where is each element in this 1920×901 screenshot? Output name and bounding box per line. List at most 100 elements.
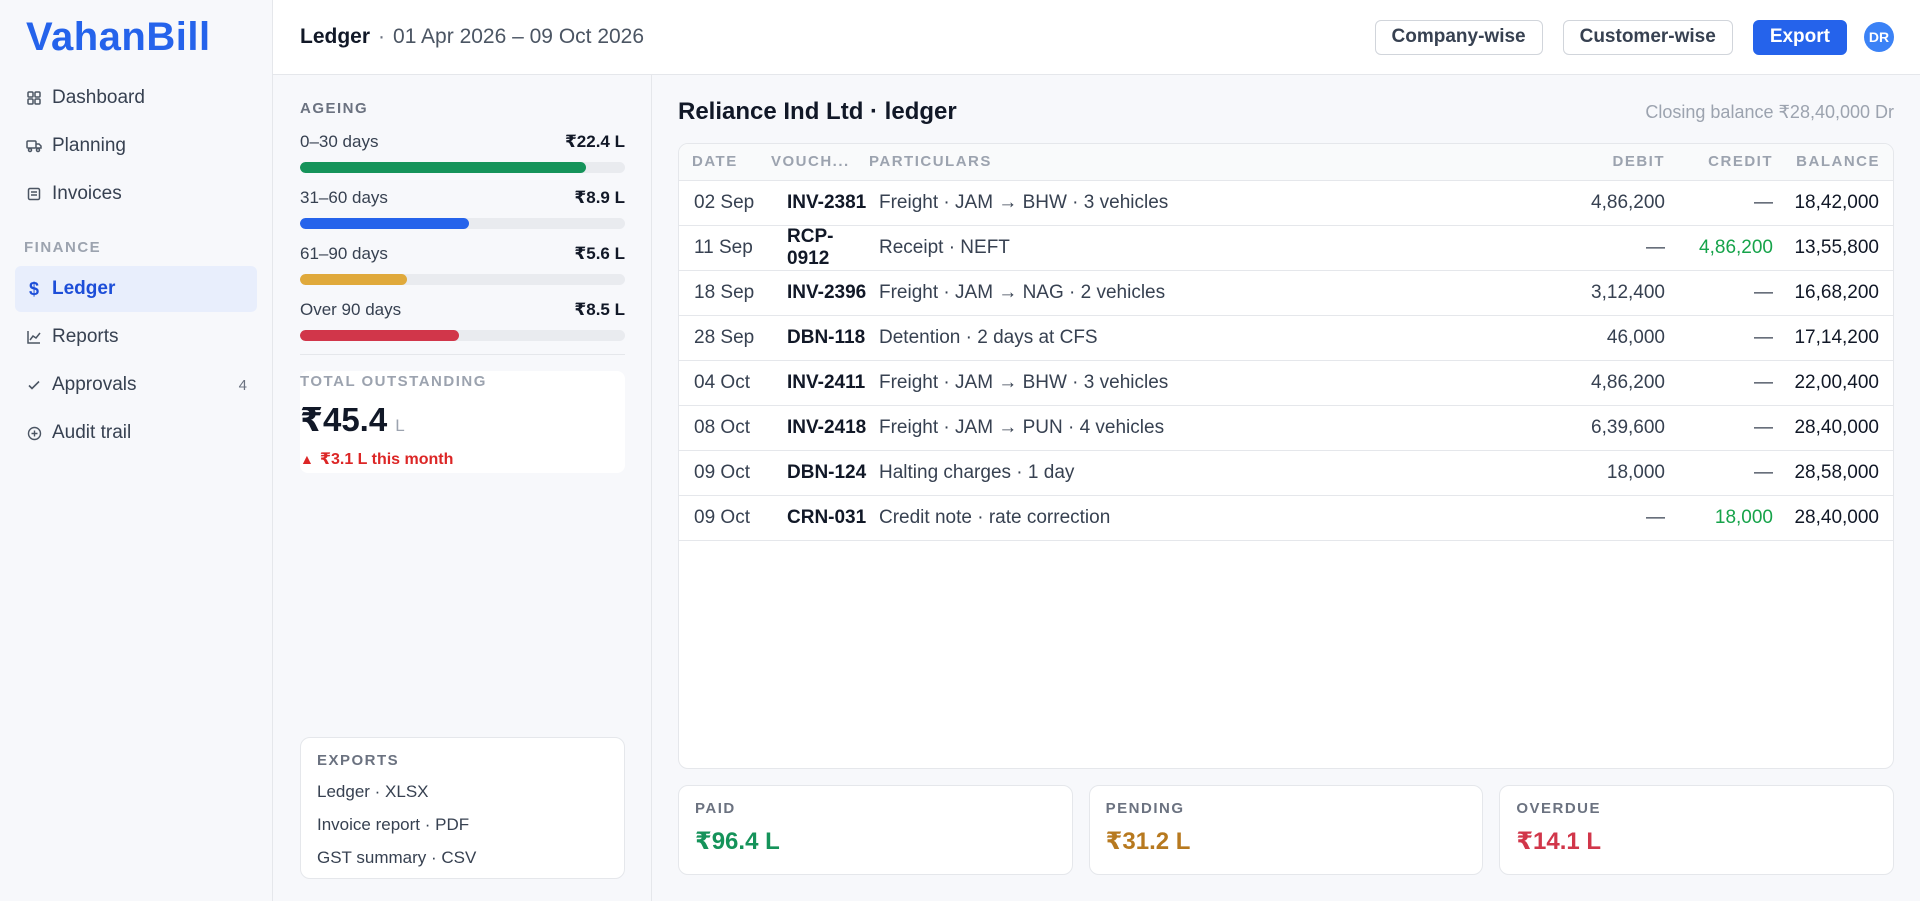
cell-debit: — bbox=[1585, 225, 1665, 271]
col-balance[interactable]: BALANCE bbox=[1773, 144, 1893, 181]
table-row[interactable]: 04 Oct INV-2411 Freight · JAM → BHW · 3 ve… bbox=[679, 360, 1893, 406]
cell-particulars: Halting charges · 1 day bbox=[869, 450, 1585, 496]
ageing-label: 61–90 days bbox=[300, 244, 388, 263]
cell-credit: 4,86,200 bbox=[1665, 225, 1773, 271]
total-outstanding-unit: L bbox=[395, 416, 405, 435]
title-separator: · bbox=[378, 25, 386, 48]
sidebar-item-approvals[interactable]: Approvals 4 bbox=[15, 362, 257, 408]
ageing-row: Over 90 days ₹8.5 L bbox=[300, 300, 625, 341]
table-row[interactable]: 02 Sep INV-2381 Freight · JAM → BHW · 3 ve… bbox=[679, 180, 1893, 226]
ageing-value: ₹8.5 L bbox=[574, 300, 625, 319]
brand-logo[interactable]: VahanBill bbox=[0, 0, 272, 75]
dollar-icon: $ bbox=[28, 278, 39, 299]
stat-card-overdue[interactable]: OVERDUE ₹14.1 L bbox=[1499, 785, 1895, 875]
ageing-bar-track bbox=[300, 218, 625, 229]
table-row[interactable]: 09 Oct CRN-031 Credit note · rate correcti… bbox=[679, 495, 1893, 541]
ledger-table: DATE VOUCH... PARTICULARS DEBIT CREDIT B… bbox=[679, 144, 1893, 541]
ageing-bar-fill bbox=[300, 274, 408, 285]
sidebar-item-label: Invoices bbox=[52, 183, 122, 204]
table-row[interactable]: 18 Sep INV-2396 Freight · JAM → NAG · 2 ve… bbox=[679, 270, 1893, 316]
outstanding-delta: ▲ ₹3.1 L this month bbox=[300, 449, 625, 469]
cell-date: 09 Oct bbox=[679, 495, 771, 541]
cell-balance: 28,40,000 bbox=[1773, 495, 1893, 541]
cell-voucher[interactable]: DBN-124 bbox=[771, 450, 869, 496]
total-outstanding-caption: TOTAL OUTSTANDING bbox=[300, 373, 487, 390]
export-button[interactable]: Export bbox=[1752, 19, 1847, 55]
cell-particulars: Freight · JAM → BHW · 3 vehicles bbox=[869, 360, 1585, 406]
table-row[interactable]: 11 Sep RCP-0912 Receipt · NEFT —4,86,200 13,… bbox=[679, 225, 1893, 271]
ageing-label: 31–60 days bbox=[300, 188, 388, 207]
truck-icon bbox=[25, 137, 43, 155]
main-area: Ledger · 01 Apr 2026 – 09 Oct 2026 Compa… bbox=[273, 0, 1920, 901]
cell-balance: 22,00,400 bbox=[1773, 360, 1893, 406]
sidebar: VahanBill Dashboard Planning Invoices FI… bbox=[0, 0, 273, 901]
ageing-bar-track bbox=[300, 274, 625, 285]
cell-voucher[interactable]: DBN-118 bbox=[771, 315, 869, 361]
up-triangle-icon: ▲ bbox=[300, 451, 314, 467]
company-wise-button[interactable]: Company-wise bbox=[1374, 19, 1543, 55]
table-row[interactable]: 09 Oct DBN-124 Halting charges · 1 day 18,0… bbox=[679, 450, 1893, 496]
sidebar-item-label: Dashboard bbox=[52, 87, 145, 108]
cell-voucher[interactable]: INV-2381 bbox=[771, 180, 869, 226]
sidebar-nav: Dashboard Planning Invoices FINANCE $ Le… bbox=[0, 75, 272, 456]
ageing-row-head: 31–60 days ₹8.9 L bbox=[300, 188, 625, 208]
cell-voucher[interactable]: INV-2411 bbox=[771, 360, 869, 406]
sidebar-item-reports[interactable]: Reports bbox=[15, 314, 257, 360]
cell-date: 08 Oct bbox=[679, 405, 771, 451]
sidebar-item-planning[interactable]: Planning bbox=[15, 123, 257, 169]
col-particulars[interactable]: PARTICULARS bbox=[869, 144, 1585, 181]
export-invoice-pdf-link[interactable]: Invoice report · PDF bbox=[317, 815, 608, 835]
cell-particulars: Freight · JAM → BHW · 3 vehicles bbox=[869, 180, 1585, 226]
cell-voucher[interactable]: INV-2396 bbox=[771, 270, 869, 316]
avatar[interactable]: DR bbox=[1864, 22, 1894, 52]
ledger-header: Reliance Ind Ltd · ledger Closing balanc… bbox=[678, 97, 1894, 127]
cell-debit: 6,39,600 bbox=[1585, 405, 1665, 451]
table-row[interactable]: 28 Sep DBN-118 Detention · 2 days at CFS 46… bbox=[679, 315, 1893, 361]
total-outstanding-card: TOTAL OUTSTANDING ₹45.4 L ▲ ₹3.1 L this … bbox=[300, 371, 625, 473]
topbar: Ledger · 01 Apr 2026 – 09 Oct 2026 Compa… bbox=[273, 0, 1920, 75]
cell-voucher[interactable]: INV-2418 bbox=[771, 405, 869, 451]
total-outstanding-amount: ₹45.4 L bbox=[300, 400, 625, 439]
cell-balance: 17,14,200 bbox=[1773, 315, 1893, 361]
customer-wise-button[interactable]: Customer-wise bbox=[1562, 19, 1733, 55]
col-credit[interactable]: CREDIT bbox=[1665, 144, 1773, 181]
sidebar-item-label: Reports bbox=[52, 326, 119, 347]
content: AGEING 0–30 days ₹22.4 L 31–60 days ₹8.9 L 6… bbox=[273, 75, 1920, 901]
date-range[interactable]: 01 Apr 2026 – 09 Oct 2026 bbox=[393, 25, 644, 49]
cell-voucher[interactable]: CRN-031 bbox=[771, 495, 869, 541]
ageing-bar-track bbox=[300, 330, 625, 341]
brand-name: VahanBill bbox=[26, 15, 211, 59]
ageing-row-head: 0–30 days ₹22.4 L bbox=[300, 132, 625, 152]
cell-debit: 4,86,200 bbox=[1585, 360, 1665, 406]
col-debit[interactable]: DEBIT bbox=[1585, 144, 1665, 181]
total-outstanding-value: ₹45.4 bbox=[300, 401, 388, 438]
cell-particulars: Credit note · rate correction bbox=[869, 495, 1585, 541]
cell-voucher[interactable]: RCP-0912 bbox=[771, 225, 869, 271]
table-row[interactable]: 08 Oct INV-2418 Freight · JAM → PUN · 4 ve… bbox=[679, 405, 1893, 451]
stat-card-paid[interactable]: PAID ₹96.4 L bbox=[678, 785, 1073, 875]
ledger-table-card: DATE VOUCH... PARTICULARS DEBIT CREDIT B… bbox=[678, 143, 1894, 769]
app-root: VahanBill Dashboard Planning Invoices FI… bbox=[0, 0, 1920, 901]
sidebar-item-dashboard[interactable]: Dashboard bbox=[15, 75, 257, 121]
cell-date: 02 Sep bbox=[679, 180, 771, 226]
col-date[interactable]: DATE bbox=[679, 144, 771, 181]
sidebar-item-ledger[interactable]: $ Ledger bbox=[15, 266, 257, 312]
cell-credit: — bbox=[1665, 270, 1773, 316]
ageing-label: Over 90 days bbox=[300, 300, 402, 319]
ageing-row: 0–30 days ₹22.4 L bbox=[300, 132, 625, 173]
stat-card-pending[interactable]: PENDING ₹31.2 L bbox=[1088, 785, 1484, 875]
sidebar-item-audit-trail[interactable]: Audit trail bbox=[15, 410, 257, 456]
stat-value: ₹96.4 L bbox=[695, 828, 780, 855]
sidebar-item-invoices[interactable]: Invoices bbox=[15, 171, 257, 217]
ageing-value: ₹5.6 L bbox=[574, 244, 625, 263]
export-gst-csv-link[interactable]: GST summary · CSV bbox=[317, 848, 608, 868]
cell-date: 09 Oct bbox=[679, 450, 771, 496]
ageing-list: 0–30 days ₹22.4 L 31–60 days ₹8.9 L 61–90 da… bbox=[300, 117, 625, 341]
col-voucher[interactable]: VOUCH... bbox=[771, 144, 869, 181]
cell-date: 28 Sep bbox=[679, 315, 771, 361]
closing-balance: Closing balance ₹28,40,000 Dr bbox=[1645, 101, 1894, 122]
ageing-row-head: 61–90 days ₹5.6 L bbox=[300, 244, 625, 264]
export-ledger-xlsx-link[interactable]: Ledger · XLSX bbox=[317, 782, 608, 802]
ledger-title: Reliance Ind Ltd · ledger bbox=[678, 98, 957, 125]
ledger-panel: Reliance Ind Ltd · ledger Closing balanc… bbox=[652, 75, 1920, 901]
